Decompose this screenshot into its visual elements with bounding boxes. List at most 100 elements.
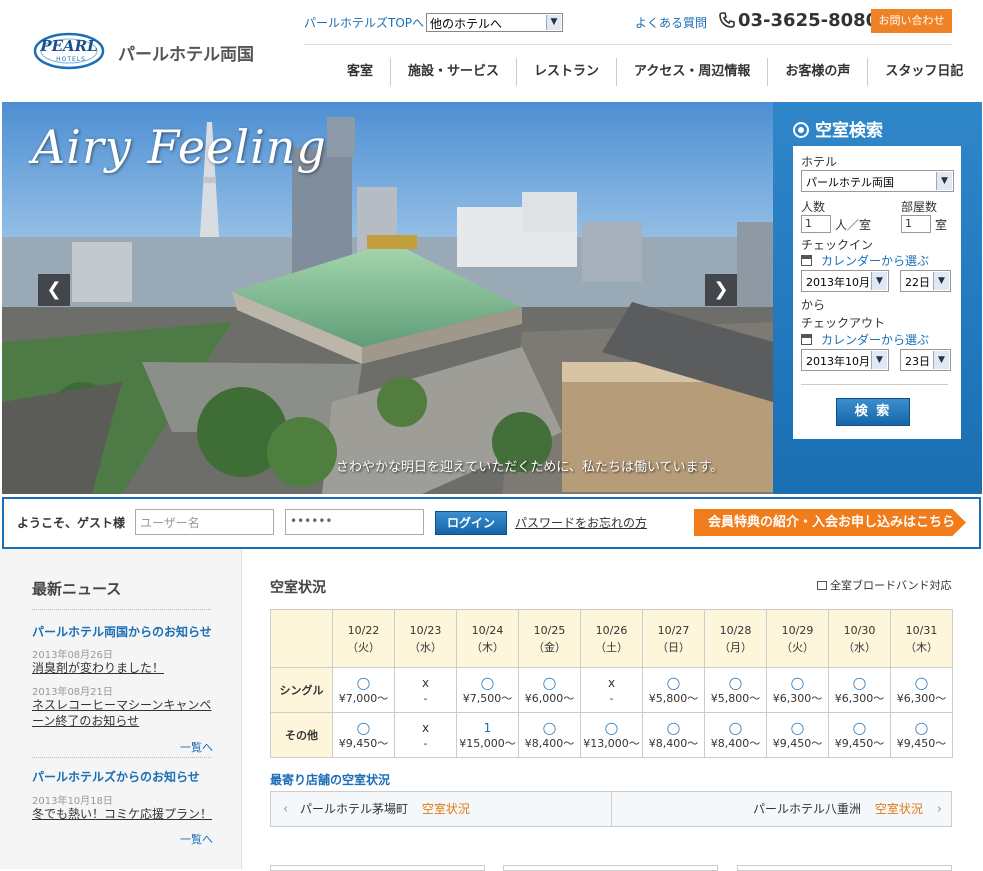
checkin-day-select[interactable]: 22日 ▼: [900, 270, 951, 292]
chevron-down-icon: ▼: [871, 272, 887, 290]
pearl-hotels-top-link[interactable]: パールホテルズTOPへ: [304, 14, 424, 31]
date-header: 10/23 （水）: [394, 609, 457, 668]
feature-card[interactable]: [503, 865, 718, 871]
vacancy-search-heading: 空室検索: [793, 116, 883, 141]
news-group-heading[interactable]: パールホテル両国からのお知らせ: [32, 623, 212, 640]
date-header: 10/26 （土）: [580, 609, 643, 668]
checkout-month-select[interactable]: 2013年10月 ▼: [801, 349, 889, 371]
checkout-day-value: 23日: [905, 355, 930, 368]
login-button[interactable]: ログイン: [435, 511, 507, 535]
pearl-hotels-logo[interactable]: PEARL HOTELS: [33, 29, 105, 73]
checkout-calendar-label: カレンダーから選ぶ: [821, 333, 930, 347]
news-group-heading[interactable]: パールホテルズからのお知らせ: [32, 768, 200, 785]
availability-cell[interactable]: ◯ ¥8,400～: [518, 712, 581, 758]
broadband-label: 全室ブロードバンド対応: [830, 579, 952, 592]
chevron-right-icon: ❯: [713, 279, 729, 300]
availability-cell[interactable]: ◯ ¥9,450～: [828, 712, 891, 758]
nearby-hotel-left[interactable]: ‹ パールホテル茅場町 空室状況: [283, 792, 470, 826]
hotel-name[interactable]: パールホテル両国: [118, 40, 254, 65]
availability-cell[interactable]: ◯ ¥9,450～: [332, 712, 395, 758]
news-divider: [32, 757, 211, 758]
news-item-link[interactable]: ネスレコーヒーマシーンキャンペーン終了のお知らせ: [32, 697, 212, 729]
date-header: 10/27 （日）: [642, 609, 705, 668]
availability-cell[interactable]: ◯ ¥13,000～: [580, 712, 643, 758]
checkout-calendar-link[interactable]: カレンダーから選ぶ: [801, 331, 929, 348]
availability-cell: x-: [394, 667, 457, 713]
availability-cell[interactable]: ◯ ¥5,800～: [704, 667, 767, 713]
people-label: 人数: [801, 200, 826, 214]
news-more-link[interactable]: 一覧へ: [180, 739, 213, 755]
availability-cell[interactable]: ◯ ¥6,000～: [518, 667, 581, 713]
chevron-down-icon: ▼: [936, 172, 952, 190]
hero-caption: さわやかな明日を迎えていただくために、私たちは働いています。: [336, 460, 724, 475]
search-button[interactable]: 検 索: [836, 398, 910, 426]
nav-access[interactable]: アクセス・周辺情報: [616, 58, 767, 86]
username-input[interactable]: ユーザー名: [135, 509, 274, 535]
slide-prev-button[interactable]: ❮: [38, 274, 70, 306]
member-signup-button[interactable]: 会員特典の紹介・入会お申し込みはこちら: [694, 509, 966, 536]
availability-cell[interactable]: ◯ ¥6,300～: [890, 667, 953, 713]
availability-cell[interactable]: ◯ ¥7,000～: [332, 667, 395, 713]
header-divider: [304, 44, 952, 45]
checkin-calendar-label: カレンダーから選ぶ: [821, 254, 930, 268]
forgot-password-link[interactable]: パスワードをお忘れの方: [515, 514, 647, 531]
availability-cell[interactable]: 1 ¥15,000～: [456, 712, 519, 758]
password-input[interactable]: ••••••: [285, 509, 424, 535]
nearby-hotel-right-name: パールホテル八重洲: [753, 802, 862, 816]
monitor-icon: [817, 581, 827, 590]
nearby-hotel-right[interactable]: パールホテル八重洲 空室状況 ›: [753, 792, 942, 826]
hotel-select-value: パールホテル両国: [806, 176, 894, 189]
news-title: 最新ニュース: [32, 580, 122, 598]
contact-button[interactable]: お問い合わせ: [871, 9, 952, 33]
chevron-right-icon: ›: [936, 802, 942, 817]
news-more-link[interactable]: 一覧へ: [180, 831, 213, 847]
checkin-month-select[interactable]: 2013年10月 ▼: [801, 270, 889, 292]
people-input[interactable]: 1: [801, 215, 831, 233]
faq-link[interactable]: よくある質問: [635, 14, 707, 31]
news-date: 2013年08月21日: [32, 687, 113, 698]
news-date: 2013年10月18日: [32, 796, 113, 807]
news-divider: [32, 609, 211, 610]
availability-cell[interactable]: ◯ ¥7,500～: [456, 667, 519, 713]
nearby-hotels-bar: ‹ パールホテル茅場町 空室状況 パールホテル八重洲 空室状況 ›: [270, 791, 952, 827]
nav-facilities[interactable]: 施設・サービス: [390, 58, 516, 86]
nav-restaurant[interactable]: レストラン: [516, 58, 616, 86]
news-date: 2013年08月26日: [32, 650, 113, 661]
other-hotels-select[interactable]: 他のホテルへ ▼: [426, 13, 563, 32]
phone-number: 03-3625-8080: [738, 10, 879, 31]
rooms-input[interactable]: 1: [901, 215, 931, 233]
availability-cell[interactable]: ◯ ¥6,300～: [828, 667, 891, 713]
other-hotels-select-value: 他のホテルへ: [430, 17, 503, 31]
chevron-left-icon: ‹: [283, 802, 289, 817]
news-item-link[interactable]: 消臭剤が変わりました！: [32, 660, 212, 676]
availability-cell[interactable]: ◯ ¥9,450～: [766, 712, 829, 758]
checkin-month-value: 2013年10月: [806, 276, 870, 289]
feature-card[interactable]: [737, 865, 952, 871]
nearby-hotel-left-name: パールホテル茅場町: [300, 802, 409, 816]
availability-cell[interactable]: ◯ ¥8,400～: [704, 712, 767, 758]
availability-cell[interactable]: ◯ ¥5,800～: [642, 667, 705, 713]
availability-cell[interactable]: ◯ ¥8,400～: [642, 712, 705, 758]
nav-staff-diary[interactable]: スタッフ日記: [867, 58, 980, 86]
nearby-availability-title: 最寄り店舗の空室状況: [270, 773, 391, 787]
news-sidebar: 最新ニュース パールホテル両国からのお知らせ 2013年08月26日 消臭剤が変…: [0, 549, 242, 869]
nav-rooms[interactable]: 客室: [330, 58, 390, 86]
hotel-select[interactable]: パールホテル両国 ▼: [801, 170, 954, 192]
feature-card[interactable]: [270, 865, 485, 871]
availability-title: 空室状況: [270, 580, 326, 596]
news-item-link[interactable]: 冬でも熱い！コミケ応援プラン！: [32, 806, 212, 822]
checkout-day-select[interactable]: 23日 ▼: [900, 349, 951, 371]
calendar-icon: [801, 255, 812, 266]
chevron-left-icon: ❮: [46, 279, 62, 300]
checkin-calendar-link[interactable]: カレンダーから選ぶ: [801, 252, 929, 269]
nav-reviews[interactable]: お客様の声: [767, 58, 867, 86]
availability-cell[interactable]: ◯ ¥9,450～: [890, 712, 953, 758]
svg-text:PEARL: PEARL: [39, 37, 97, 55]
table-header-row: 10/22 （火） 10/23 （水） 10/24 （木） 10/25 （金） 10/2…: [270, 609, 953, 668]
room-type-label: シングル: [270, 667, 333, 713]
calendar-icon: [801, 334, 812, 345]
availability-cell[interactable]: ◯ ¥6,300～: [766, 667, 829, 713]
table-row: シングル ◯ ¥7,000～ x- ◯ ¥7,500～ ◯ ¥6,000～ x- ◯ ¥…: [270, 667, 953, 713]
hotel-label: ホテル: [801, 155, 838, 169]
slide-next-button[interactable]: ❯: [705, 274, 737, 306]
